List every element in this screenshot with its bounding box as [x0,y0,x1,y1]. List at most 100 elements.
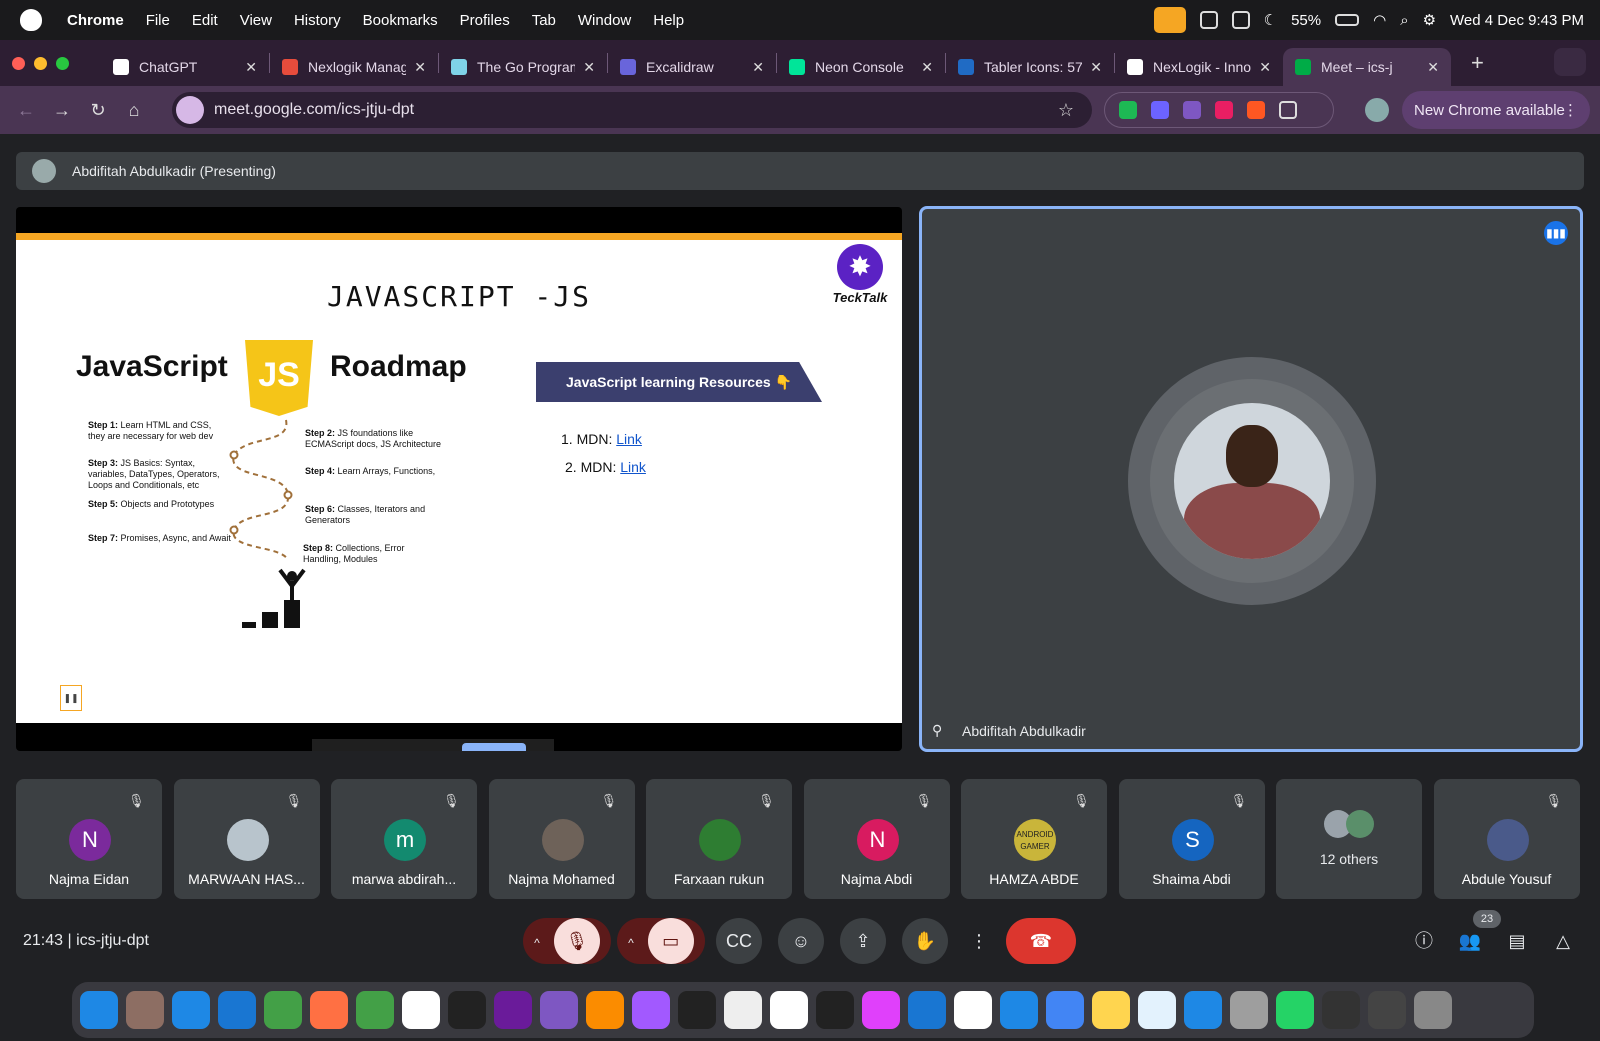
pin-icon[interactable]: ⚲ [932,722,942,739]
notion-status-icon[interactable] [1231,11,1250,29]
participant-tile[interactable]: 🎙 m marwa abdirah... [331,779,477,899]
new-tab-plus-icon[interactable]: + [1471,50,1484,76]
participant-tile[interactable]: 🎙 N Najma Abdi [803,779,950,899]
present-screen-icon[interactable]: ⇪ [840,918,886,964]
menu-tab[interactable]: Tab [532,12,556,29]
dock-app-icon[interactable] [816,991,854,1029]
extension-icon[interactable] [1119,101,1137,119]
dock-app-icon[interactable] [402,991,440,1029]
chrome-menu-icon[interactable]: ⋮ [1563,101,1578,119]
dock-app-icon[interactable] [448,991,486,1029]
apple-logo-icon[interactable] [20,9,42,31]
resource-link[interactable]: Link [620,459,646,475]
leave-call-icon[interactable]: ☎ [1006,918,1076,964]
participant-tile[interactable]: 12 others [1276,779,1422,899]
participant-tile[interactable]: 🎙 S Shaima Abdi [1118,779,1265,899]
dock-app-icon[interactable] [1184,991,1222,1029]
menu-profiles[interactable]: Profiles [460,12,510,29]
people-icon[interactable]: 👥 [1455,926,1485,956]
dock-app-icon[interactable] [310,991,348,1029]
dock-app-icon[interactable] [356,991,394,1029]
dock-app-icon[interactable] [724,991,762,1029]
bookmark-star-icon[interactable]: ☆ [1058,100,1074,121]
site-microphone-icon[interactable] [176,96,204,124]
dock-app-icon[interactable] [1230,991,1268,1029]
slide-pause-icon[interactable]: ❚❚ [60,685,82,711]
browser-tab[interactable]: NexLogik - Inno ✕ [1115,48,1283,86]
dock-app-icon[interactable] [770,991,808,1029]
dock-app-icon[interactable] [494,991,532,1029]
participant-tile[interactable]: 🎙 Abdule Yousuf [1433,779,1580,899]
dock-app-icon[interactable] [862,991,900,1029]
browser-tab[interactable]: ChatGPT ✕ [101,48,269,86]
camera-off-button[interactable]: ^ ▭ [617,918,705,964]
menu-edit[interactable]: Edit [192,12,218,29]
close-tab-icon[interactable]: ✕ [1427,59,1439,76]
back-arrow-icon[interactable]: ← [8,100,44,121]
close-tab-icon[interactable]: ✕ [414,59,426,76]
menu-help[interactable]: Help [653,12,684,29]
control-center-icon[interactable]: ⚙ [1423,11,1436,29]
spotlight-tile[interactable]: ▮▮▮ ⚲ Abdifitah Abdulkadir [919,206,1583,752]
browser-tab[interactable]: Tabler Icons: 57 ✕ [946,48,1114,86]
participant-tile[interactable]: 🎙 Najma Mohamed [488,779,635,899]
captions-icon[interactable]: CC [716,918,762,964]
dock-app-icon[interactable] [1414,991,1452,1029]
spotlight-search-icon[interactable]: ⌕ [1400,12,1408,29]
participant-tile[interactable]: 🎙 ANDROID GAMER HAMZA ABDE [961,779,1107,899]
menu-view[interactable]: View [240,12,272,29]
menu-app-name[interactable]: Chrome [67,12,124,29]
browser-tab[interactable]: Nexlogik Manag ✕ [270,48,438,86]
close-tab-icon[interactable]: ✕ [752,59,764,76]
new-chrome-available-button[interactable]: New Chrome available ⋮ [1402,91,1590,129]
wifi-icon[interactable]: ◠ [1373,11,1386,29]
dock-app-icon[interactable] [1138,991,1176,1029]
dock-app-icon[interactable] [1046,991,1084,1029]
emoji-reactions-icon[interactable]: ☺ [778,918,824,964]
participant-tile[interactable]: 🎙 N Najma Eidan [16,779,162,899]
chat-icon[interactable]: ▤ [1502,926,1532,956]
dock-app-icon[interactable] [632,991,670,1029]
dock-app-icon[interactable] [126,991,164,1029]
dock-app-icon[interactable] [908,991,946,1029]
reload-icon[interactable]: ↻ [80,100,116,121]
browser-tab[interactable]: Neon Console ✕ [777,48,945,86]
slide-scrollbar[interactable] [312,739,554,751]
menu-history[interactable]: History [294,12,341,29]
shared-screen[interactable]: JAVASCRIPT -JS ✸ TeckTalk JavaScript JS … [16,207,902,751]
menubar-datetime[interactable]: Wed 4 Dec 9:43 PM [1450,12,1584,29]
zoom-window-button[interactable] [56,56,69,70]
profile-avatar[interactable] [1365,98,1389,122]
dock-app-icon[interactable] [954,991,992,1029]
dock-app-icon[interactable] [264,991,302,1029]
puzzle-extensions-icon[interactable] [1279,101,1297,119]
scroll-thumb[interactable] [462,743,526,751]
close-window-button[interactable] [12,56,25,70]
microphone-off-button[interactable]: ^ 🎙 [523,918,611,964]
close-tab-icon[interactable]: ✕ [245,59,257,76]
close-tab-icon[interactable]: ✕ [583,59,595,76]
battery-icon[interactable] [1335,14,1360,26]
microphone-in-use-icon[interactable] [1153,7,1186,33]
menu-window[interactable]: Window [578,12,631,29]
extension-icon[interactable] [1183,101,1201,119]
dock-app-icon[interactable] [540,991,578,1029]
raise-hand-icon[interactable]: ✋ [902,918,948,964]
browser-tab[interactable]: The Go Program ✕ [439,48,607,86]
address-bar[interactable]: meet.google.com/ics-jtju-dpt ☆ [172,92,1092,128]
menu-file[interactable]: File [146,12,170,29]
url-text[interactable]: meet.google.com/ics-jtju-dpt [214,101,414,119]
dock-app-icon[interactable] [1000,991,1038,1029]
activities-icon[interactable]: △ [1548,926,1578,956]
dock-app-icon[interactable] [1092,991,1130,1029]
extension-icon[interactable] [1215,101,1233,119]
extension-icon[interactable] [1151,101,1169,119]
home-icon[interactable]: ⌂ [116,100,152,121]
participant-tile[interactable]: 🎙 MARWAAN HAS... [173,779,320,899]
close-tab-icon[interactable]: ✕ [921,59,933,76]
browser-tab[interactable]: Meet – ics-j ✕ [1283,48,1451,86]
extension-icon[interactable] [1247,101,1265,119]
browser-tab[interactable]: Excalidraw ✕ [608,48,776,86]
moon-icon[interactable]: ☾ [1264,11,1277,29]
dock-app-icon[interactable] [1368,991,1406,1029]
